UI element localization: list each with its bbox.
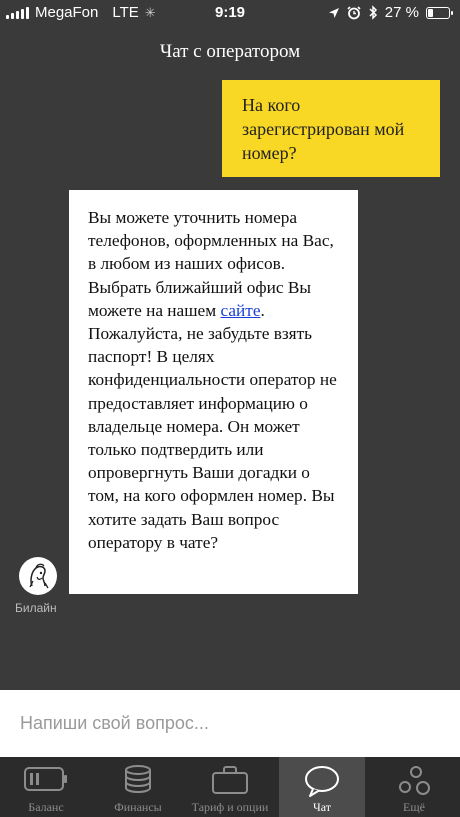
operator-message-bubble: Вы можете уточнить номера телефонов, офо…	[69, 190, 358, 594]
tab-chat-label: Чат	[312, 800, 332, 814]
tab-tariff-label: Тариф и опции	[191, 800, 269, 814]
tab-more[interactable]: Ещё	[368, 757, 460, 817]
tab-tariff[interactable]: Тариф и опции	[184, 757, 276, 817]
location-arrow-icon	[328, 7, 339, 18]
tab-finance-label: Финансы	[114, 800, 162, 814]
operator-avatar	[19, 557, 57, 595]
tab-chat[interactable]: Чат	[279, 757, 365, 817]
site-link[interactable]: сайте	[220, 301, 260, 320]
operator-message-text: Вы можете уточнить номера телефонов, офо…	[88, 208, 334, 320]
operator-name: Билайн	[15, 601, 57, 615]
tab-balance-label: Баланс	[28, 800, 64, 814]
more-circles-icon	[399, 766, 430, 795]
briefcase-icon	[212, 766, 248, 794]
page-title: Чат с оператором	[159, 41, 301, 62]
message-input-bar	[0, 690, 460, 757]
tab-balance[interactable]: Баланс	[0, 757, 92, 817]
battery-icon	[24, 767, 67, 791]
battery-icon	[426, 6, 453, 19]
bluetooth-icon	[369, 5, 377, 20]
alarm-icon	[347, 5, 361, 19]
tab-finance[interactable]: Финансы	[92, 757, 184, 817]
chat-bubble-icon	[305, 766, 339, 797]
tab-bar: Баланс Финансы Тариф и опции Чат Ещё	[0, 757, 460, 817]
status-bar: MegaFon LTE ✳ 9:19 27 %	[0, 0, 460, 26]
tab-more-label: Ещё	[403, 800, 425, 814]
operator-message-text-continued: . Пожалуйста, не забудьте взять паспорт!…	[88, 300, 337, 552]
battery-percent: 27 %	[384, 4, 419, 21]
message-input[interactable]	[0, 690, 460, 757]
user-message-bubble: На кого зарегистрирован мой номер?	[222, 80, 440, 177]
coins-icon	[125, 765, 151, 794]
operator-avatar-icon	[29, 563, 49, 589]
